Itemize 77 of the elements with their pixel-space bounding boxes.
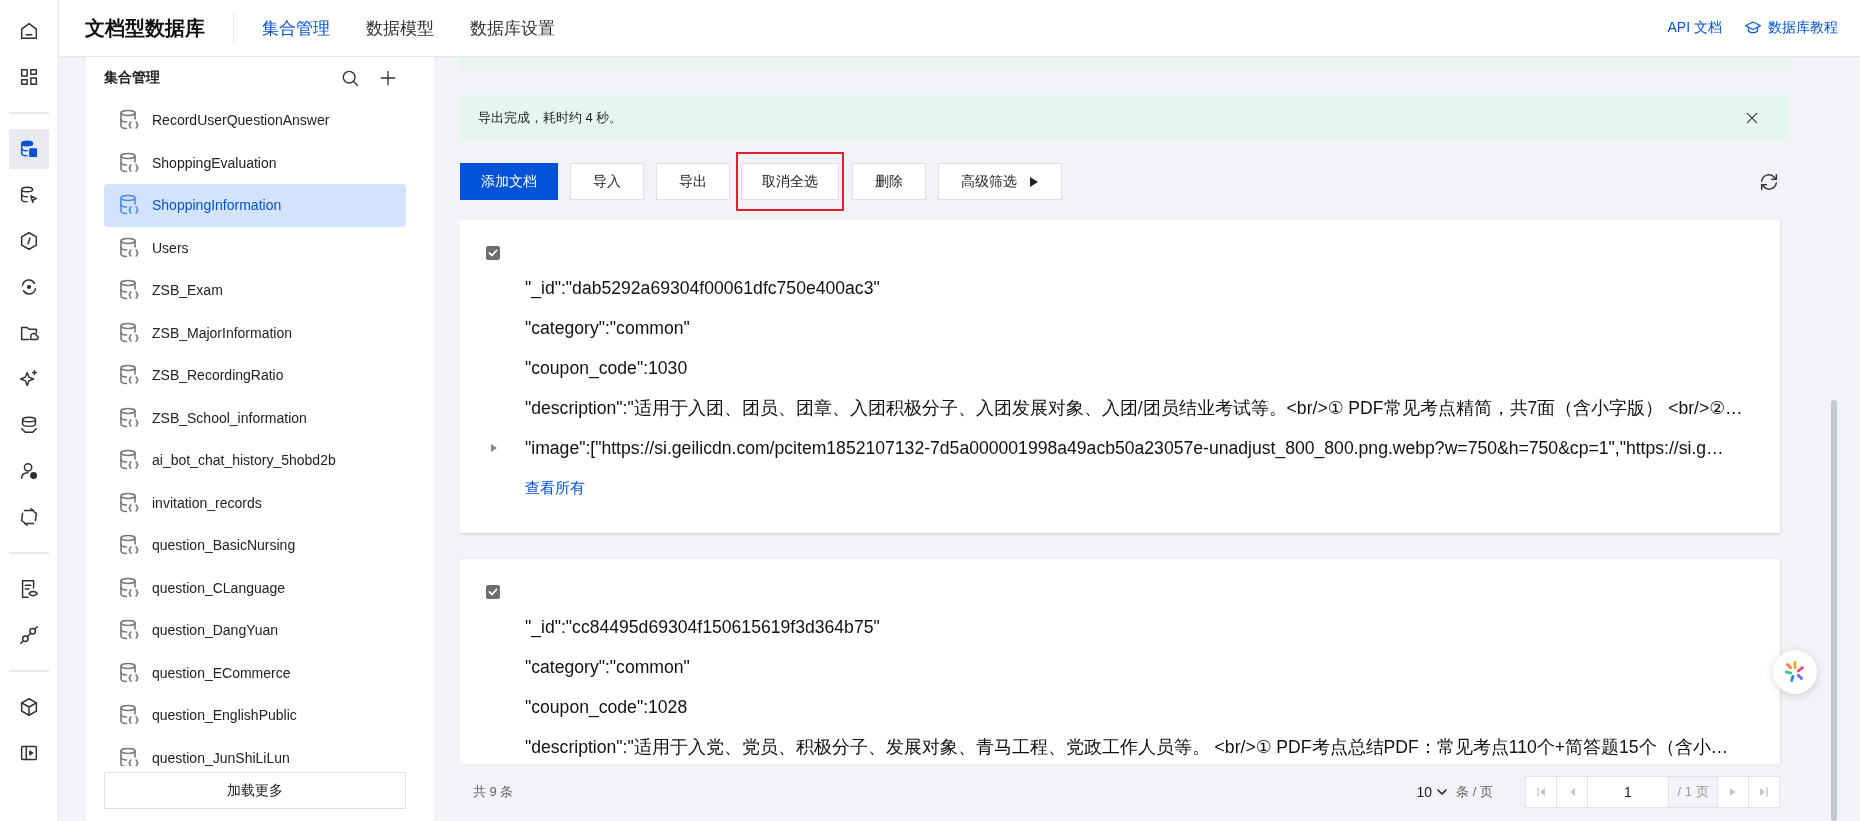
field-text: "category":"common"	[525, 317, 690, 339]
layers-icon	[18, 414, 40, 436]
toolbar-button[interactable]: 导出	[656, 163, 730, 200]
nav-tab[interactable]: 数据模型	[366, 16, 434, 40]
checkbox[interactable]	[486, 585, 500, 599]
collection-item[interactable]: ZSB_RecordingRatio	[104, 354, 406, 397]
toolbar-button[interactable]: 高级筛选	[938, 163, 1062, 200]
database-icon	[118, 490, 142, 515]
grid-icon	[18, 66, 40, 88]
collection-item[interactable]: question_BasicNursing	[104, 524, 406, 567]
collection-item[interactable]: question_JunShiLiLun	[104, 736, 406, 766]
expand-icon[interactable]	[490, 443, 498, 453]
panel-title: 集合管理	[104, 69, 161, 87]
hexagon-icon	[18, 230, 40, 252]
database-icon	[18, 138, 40, 160]
collection-item[interactable]: ShoppingEvaluation	[104, 141, 406, 184]
database-icon	[118, 660, 142, 685]
assistant-button[interactable]	[1773, 650, 1817, 694]
header-link[interactable]: API 文档	[1667, 19, 1722, 37]
collection-item[interactable]: invitation_records	[104, 481, 406, 524]
collection-item[interactable]: ZSB_MajorInformation	[104, 311, 406, 354]
nav-tab[interactable]: 集合管理	[262, 16, 330, 40]
caret-icon	[1029, 175, 1039, 188]
page-size-select[interactable]: 10	[1416, 784, 1449, 800]
field-text: "description":"适用于入党、党员、积极分子、发展对象、青马工程、党政工作人员等。 <br/>① PDF考点总结PDF：常见考点110个+简答题15个（含小…	[525, 736, 1729, 759]
database-icon	[118, 235, 142, 260]
field-text: "description":"适用于入团、团员、团章、入团积极分子、入团发展对象、入团/团员结业考试等。<br/>① PDF常见考点精简，共7面（含小字版） <br/>②…	[525, 397, 1743, 420]
page-total: / 1 页	[1669, 777, 1718, 807]
swap-icon	[18, 506, 40, 528]
toolbar-button[interactable]: 添加文档	[460, 163, 558, 200]
collection-item[interactable]: ai_bot_chat_history_5hobd2b	[104, 439, 406, 482]
field-text: "_id":"dab5292a69304f00061dfc750e400ac3"	[525, 277, 880, 299]
alert-message: 导出完成，耗时约 4 秒。	[478, 109, 624, 127]
checkbox[interactable]	[486, 246, 500, 260]
scrollbar-thumb[interactable]	[1831, 400, 1837, 821]
database-icon	[118, 320, 142, 345]
toolbar-button[interactable]: 取消全选	[741, 163, 839, 200]
collection-item[interactable]: ZSB_School_information	[104, 396, 406, 439]
collection-item[interactable]: Users	[104, 226, 406, 269]
first-page-icon	[1536, 787, 1546, 797]
toolbar-button[interactable]: 删除	[852, 163, 926, 200]
database-cursor-icon	[18, 184, 40, 206]
home-icon	[18, 20, 40, 42]
database-icon	[118, 405, 142, 430]
user-icon	[18, 460, 40, 482]
collection-item[interactable]: question_CLanguage	[104, 566, 406, 609]
collection-item[interactable]: ShoppingInformation	[104, 184, 406, 227]
cube-icon	[18, 696, 40, 718]
total-count: 共 9 条	[473, 783, 514, 801]
field-text: "image":["https://si.geilicdn.com/pcitem1852107132-7d5a000001998a49acb50a23057e-unadjust_800_800.png.webp?w=750&h=750&cp=1","https://si.g…	[525, 437, 1724, 459]
chevron-down-icon	[1436, 786, 1449, 798]
view-all-link[interactable]: 查看所有	[525, 478, 585, 498]
field-text: "coupon_code":1028	[525, 696, 688, 718]
database-icon	[118, 150, 142, 175]
check-icon	[487, 586, 499, 598]
database-icon	[118, 575, 142, 600]
field-text: "coupon_code":1030	[525, 357, 688, 379]
search-icon[interactable]	[340, 68, 360, 88]
load-more-button[interactable]: 加载更多	[104, 772, 406, 809]
field-text: "category":"common"	[525, 656, 690, 678]
collection-item[interactable]: RecordUserQuestionAnswer	[104, 99, 406, 142]
nav-tab[interactable]: 数据库设置	[470, 16, 555, 40]
collection-item[interactable]: question_DangYuan	[104, 609, 406, 652]
last-page-icon	[1759, 787, 1769, 797]
collection-item[interactable]: ZSB_Exam	[104, 269, 406, 312]
plug-icon	[18, 624, 40, 646]
close-icon[interactable]	[1744, 110, 1760, 126]
plus-icon[interactable]	[378, 68, 398, 88]
database-icon	[118, 745, 142, 766]
collection-item[interactable]: question_EnglishPublic	[104, 694, 406, 737]
collection-item[interactable]: question_ECommerce	[104, 651, 406, 694]
check-icon	[487, 247, 499, 259]
field-text: "_id":"cc84495d69304f150615619f3d364b75"	[525, 616, 880, 638]
toolbar-button[interactable]: 导入	[570, 163, 644, 200]
page-size-unit: 条 / 页	[1456, 783, 1493, 801]
app-title: 文档型数据库	[85, 15, 205, 41]
header-link[interactable]: 数据库教程	[1744, 19, 1838, 37]
